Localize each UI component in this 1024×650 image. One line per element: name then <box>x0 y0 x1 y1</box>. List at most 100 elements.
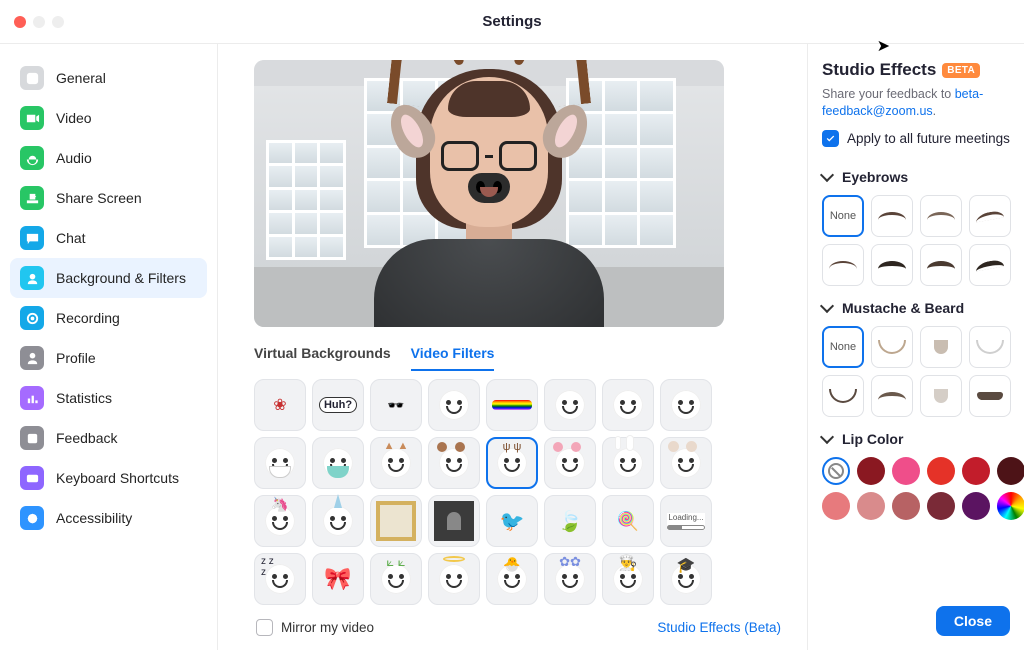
lip-color-option[interactable] <box>997 492 1024 520</box>
beard-option[interactable] <box>822 375 864 417</box>
nav-icon <box>20 186 44 210</box>
filter-loading[interactable]: Loading... <box>660 495 712 547</box>
apply-all-checkbox[interactable]: Apply to all future meetings <box>822 130 1010 147</box>
minimize-window-dot[interactable] <box>33 16 45 28</box>
eyebrow-option[interactable] <box>871 195 913 237</box>
filter-leaf[interactable]: 🍃 <box>544 495 596 547</box>
filter-grid: ❀Huh?🕶️ ▲ ▲ ψ ψ 🦄 🐦🍃🍭Loading... z zz🎀⟀ ⟀ 🐣✿✿👨‍… <box>254 379 783 605</box>
sidebar-item-share-screen[interactable]: Share Screen <box>10 178 207 218</box>
beard-section-header[interactable]: Mustache & Beard <box>822 300 1010 316</box>
nav-icon <box>20 386 44 410</box>
sidebar-item-statistics[interactable]: Statistics <box>10 378 207 418</box>
beard-option[interactable] <box>969 375 1011 417</box>
filter-grad-cap[interactable]: 🎓 <box>660 553 712 605</box>
nav-icon <box>20 306 44 330</box>
close-button[interactable]: Close <box>936 606 1010 636</box>
sidebar-item-keyboard-shortcuts[interactable]: Keyboard Shortcuts <box>10 458 207 498</box>
lip-color-option[interactable] <box>822 457 850 485</box>
filter-chef-hat[interactable]: 👨‍🍳 <box>602 553 654 605</box>
lip-color-option[interactable] <box>892 492 920 520</box>
beard-option[interactable] <box>871 326 913 368</box>
sidebar-item-recording[interactable]: Recording <box>10 298 207 338</box>
checkbox-icon <box>256 619 273 636</box>
lip-color-option[interactable] <box>997 457 1024 485</box>
eyebrow-option[interactable] <box>920 244 962 286</box>
nav-label: Accessibility <box>56 510 132 526</box>
chevron-down-icon <box>820 168 834 182</box>
filter-lollipops[interactable]: 🍭 <box>602 495 654 547</box>
filter-bird[interactable]: 🐦 <box>486 495 538 547</box>
eyebrow-option[interactable] <box>871 244 913 286</box>
eyebrows-section-header[interactable]: Eyebrows <box>822 169 1010 185</box>
sidebar-item-audio[interactable]: Audio <box>10 138 207 178</box>
sidebar-item-background-filters[interactable]: Background & Filters <box>10 258 207 298</box>
lip-color-options <box>822 457 1010 520</box>
beard-option[interactable] <box>871 375 913 417</box>
filter-frame-gold[interactable] <box>370 495 422 547</box>
filter-halo[interactable] <box>428 553 480 605</box>
eyebrow-none[interactable]: None <box>822 195 864 237</box>
filter-flowers[interactable]: ✿✿ <box>544 553 596 605</box>
zoom-window-dot[interactable] <box>52 16 64 28</box>
sidebar-item-video[interactable]: Video <box>10 98 207 138</box>
filter-rainbow[interactable] <box>486 379 538 431</box>
filter-antennae[interactable]: ⟀ ⟀ <box>370 553 422 605</box>
eyebrow-option[interactable] <box>822 244 864 286</box>
lip-color-option[interactable] <box>927 492 955 520</box>
filter-narwhal[interactable] <box>312 495 364 547</box>
sidebar-item-chat[interactable]: Chat <box>10 218 207 258</box>
tab-video-filters[interactable]: Video Filters <box>411 341 495 371</box>
beard-none[interactable]: None <box>822 326 864 368</box>
lip-color-option[interactable] <box>857 492 885 520</box>
filter-bear[interactable] <box>428 437 480 489</box>
sidebar-item-accessibility[interactable]: Accessibility <box>10 498 207 538</box>
beard-option[interactable] <box>969 326 1011 368</box>
filter-frame-dark[interactable] <box>428 495 480 547</box>
apply-all-label: Apply to all future meetings <box>847 131 1010 146</box>
sidebar-item-feedback[interactable]: Feedback <box>10 418 207 458</box>
lip-color-option[interactable] <box>927 457 955 485</box>
lip-color-option[interactable] <box>962 492 990 520</box>
titlebar: Settings <box>0 0 1024 44</box>
sidebar-item-profile[interactable]: Profile <box>10 338 207 378</box>
filter-bow[interactable]: 🎀 <box>312 553 364 605</box>
eyebrow-option[interactable] <box>920 195 962 237</box>
beard-option[interactable] <box>920 326 962 368</box>
eyebrow-option[interactable] <box>969 244 1011 286</box>
filter-sleepy[interactable]: z zz <box>254 553 306 605</box>
filter-deal-glasses[interactable]: 🕶️ <box>370 379 422 431</box>
filter-wreath[interactable]: ❀ <box>254 379 306 431</box>
lip-color-option[interactable] <box>892 457 920 485</box>
nav-label: Statistics <box>56 390 112 406</box>
mirror-video-checkbox[interactable]: Mirror my video <box>256 619 374 636</box>
chevron-down-icon <box>820 299 834 313</box>
filter-fox[interactable]: ▲ ▲ <box>370 437 422 489</box>
beard-options: None <box>822 326 1010 417</box>
sidebar-item-general[interactable]: General <box>10 58 207 98</box>
lip-color-option[interactable] <box>857 457 885 485</box>
close-window-dot[interactable] <box>14 16 26 28</box>
lip-color-option[interactable] <box>962 457 990 485</box>
filter-curious[interactable] <box>660 379 712 431</box>
filter-chick[interactable]: 🐣 <box>486 553 538 605</box>
studio-effects-link[interactable]: Studio Effects (Beta) <box>657 620 781 635</box>
beard-option[interactable] <box>920 375 962 417</box>
filter-pig[interactable] <box>544 437 596 489</box>
filter-surprised[interactable] <box>602 379 654 431</box>
filter-blush[interactable] <box>428 379 480 431</box>
filter-unicorn[interactable]: 🦄 <box>254 495 306 547</box>
tab-virtual-backgrounds[interactable]: Virtual Backgrounds <box>254 341 391 371</box>
eyebrows-options: None <box>822 195 1010 286</box>
filter-mask[interactable] <box>254 437 306 489</box>
filter-reindeer[interactable]: ψ ψ <box>486 437 538 489</box>
filter-huh[interactable]: Huh? <box>312 379 364 431</box>
lip-color-option[interactable] <box>822 492 850 520</box>
filter-squint[interactable] <box>544 379 596 431</box>
eyebrow-option[interactable] <box>969 195 1011 237</box>
lip-color-section-header[interactable]: Lip Color <box>822 431 1010 447</box>
filter-mouse[interactable] <box>660 437 712 489</box>
filter-bunny[interactable] <box>602 437 654 489</box>
filter-surgical-mask[interactable] <box>312 437 364 489</box>
body: General Video AudioShare ScreenChatBackgro… <box>0 44 1024 650</box>
nav-label: Video <box>56 110 92 126</box>
